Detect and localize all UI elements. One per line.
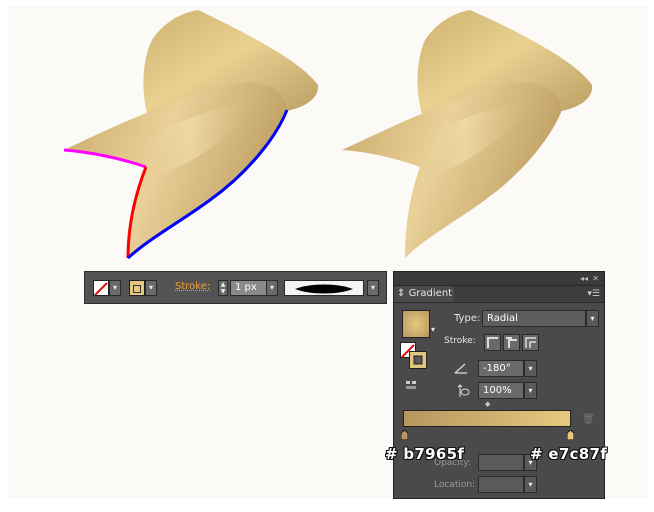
- type-dropdown-arrow[interactable]: ▾: [586, 310, 599, 327]
- type-label: Type:: [454, 313, 481, 324]
- left-leaf-artwork[interactable]: [63, 10, 319, 260]
- panel-menu-icon[interactable]: ▾☰: [587, 286, 600, 302]
- none-swatch-icon: [94, 282, 108, 296]
- aspect-dropdown-arrow[interactable]: ▾: [524, 382, 537, 399]
- stroke-label: Stroke:: [444, 336, 476, 346]
- variable-width-profile[interactable]: [284, 280, 364, 296]
- color-stop-left[interactable]: [401, 430, 408, 440]
- location-dropdown-arrow[interactable]: ▾: [524, 476, 537, 493]
- stroke-across-button[interactable]: [522, 334, 539, 351]
- stroke-within-icon: [487, 337, 498, 348]
- stroke-swatch[interactable]: [129, 280, 145, 296]
- stroke-swatch-icon: [133, 285, 141, 293]
- right-leaf-artwork[interactable]: [342, 10, 593, 259]
- gradient-panel: ◂◂ ✕ ⇕ Gradient ▾☰ ▾ Type: Radial ▾ Stro…: [393, 271, 605, 499]
- left-front-fin: [64, 82, 287, 259]
- location-field[interactable]: [478, 476, 524, 493]
- angle-field[interactable]: -180°: [478, 360, 524, 377]
- stroke-weight-dropdown[interactable]: ▾: [266, 280, 278, 296]
- profile-dropdown-arrow[interactable]: ▾: [367, 280, 379, 296]
- aspect-ratio-icon: [457, 384, 470, 397]
- close-icon[interactable]: ✕: [592, 272, 599, 285]
- fill-stroke-indicator[interactable]: [400, 342, 427, 369]
- gradient-thumbnail[interactable]: [402, 310, 430, 338]
- thumbnail-dropdown-arrow[interactable]: ▾: [431, 325, 435, 334]
- opacity-field[interactable]: [478, 454, 524, 471]
- stroke-control-bar: ▾ ▾ Stroke: ▲ ▼ 1 px ▾ ▾: [84, 271, 387, 304]
- aspect-ratio-field[interactable]: 100%: [478, 382, 524, 399]
- stroke-along-button[interactable]: [503, 334, 520, 351]
- gradient-slider[interactable]: [403, 410, 571, 427]
- right-stop-hex-annotation: # e7c87f: [530, 445, 608, 463]
- angle-dropdown-arrow[interactable]: ▾: [524, 360, 537, 377]
- location-label: Location:: [434, 480, 476, 490]
- stroke-gradient-indicator[interactable]: [409, 351, 427, 369]
- midpoint-diamond[interactable]: ◆: [485, 400, 490, 408]
- stroke-within-button[interactable]: [484, 334, 501, 351]
- gradient-type-select[interactable]: Radial: [482, 310, 586, 327]
- gradient-annotator-icon[interactable]: [404, 378, 418, 392]
- tab-gradient-label: Gradient: [408, 288, 453, 299]
- panel-title-bar[interactable]: ◂◂ ✕: [394, 272, 604, 286]
- stroke-panel-link[interactable]: Stroke:: [175, 281, 210, 292]
- trash-icon[interactable]: 🗑: [582, 414, 595, 425]
- stroke-swatch-icon: [413, 355, 423, 365]
- tab-gradient[interactable]: ⇕ Gradient: [394, 286, 454, 302]
- panel-tab-row: ⇕ Gradient ▾☰: [394, 286, 604, 303]
- right-front-fin: [342, 82, 562, 259]
- stroke-dropdown-arrow[interactable]: ▾: [145, 280, 157, 296]
- color-stop-right[interactable]: [567, 430, 574, 440]
- fill-dropdown-arrow[interactable]: ▾: [109, 280, 121, 296]
- angle-icon: [454, 363, 467, 374]
- canvas-area: ▾ ▾ Stroke: ▲ ▼ 1 px ▾ ▾ ◂◂ ✕ ⇕ Gradient …: [0, 0, 654, 512]
- collapse-icon[interactable]: ◂◂: [580, 272, 588, 285]
- fill-none-swatch[interactable]: [93, 280, 109, 296]
- stroke-across-icon: [525, 337, 536, 348]
- left-stop-hex-annotation: # b7965f: [385, 445, 465, 463]
- stroke-along-icon: [506, 337, 517, 348]
- stroke-weight-stepper[interactable]: ▲ ▼: [218, 280, 228, 296]
- width-profile-shape: [295, 284, 353, 294]
